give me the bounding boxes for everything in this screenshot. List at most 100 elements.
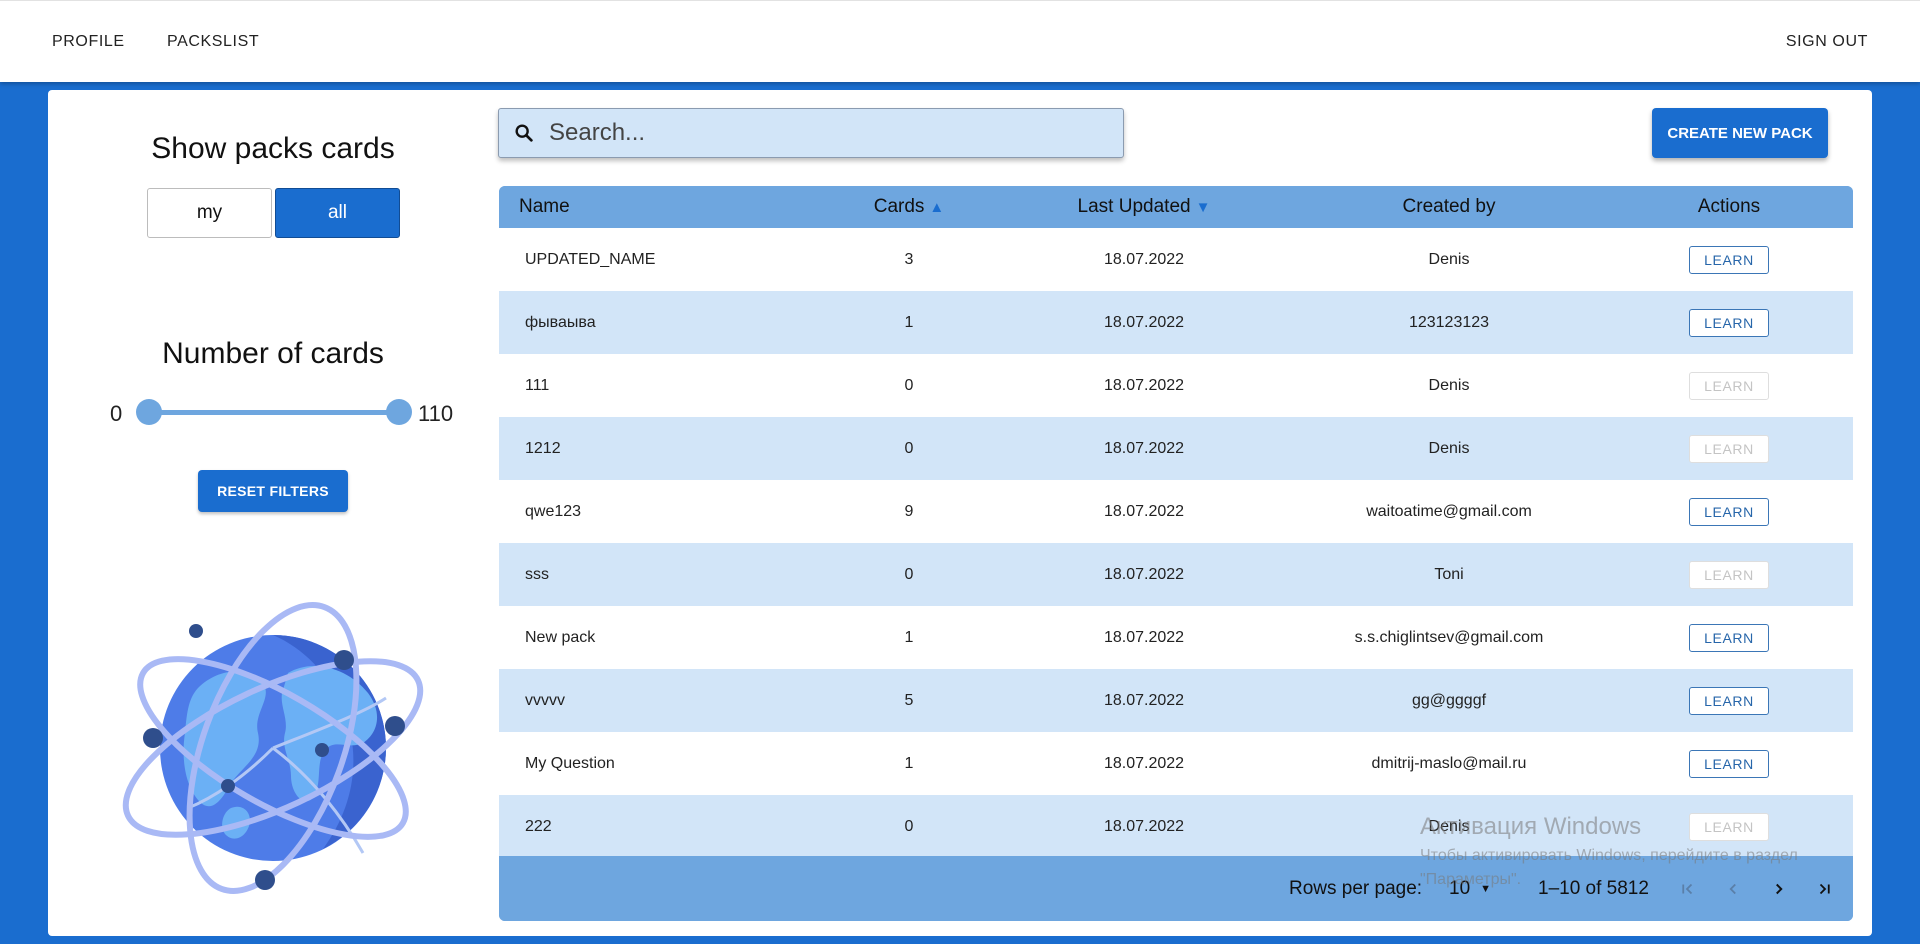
first-page-icon (1682, 883, 1693, 895)
cell-cards: 9 (904, 502, 914, 520)
learn-button: LEARN (1689, 560, 1769, 589)
number-of-cards-title: Number of cards (162, 337, 384, 370)
table-row[interactable]: 111 0 18.07.2022 Denis LEARN (499, 354, 1853, 417)
cell-last-updated: 18.07.2022 (1103, 376, 1185, 394)
cards-range-slider-track[interactable] (148, 410, 398, 415)
globe-network-icon (122, 602, 424, 894)
last-page-icon (1819, 883, 1830, 895)
table-row[interactable]: 1212 0 18.07.2022 Denis LEARN (499, 417, 1853, 480)
cell-last-updated: 18.07.2022 (1103, 439, 1185, 457)
rows-per-page-select[interactable]: 10 ▼ (1449, 874, 1491, 904)
cell-cards: 1 (904, 754, 914, 772)
column-header-name-label: Name (519, 196, 570, 217)
table-header: Name Cards ▲ Last Updated ▼ Created by Act… (499, 186, 1853, 228)
nav-packslist-link[interactable]: PACKSLIST (167, 33, 259, 51)
column-header-created-by: Created by (1269, 186, 1629, 228)
learn-button[interactable]: LEARN (1689, 245, 1769, 274)
cell-actions: LEARN (1629, 417, 1829, 480)
cell-name: фываыва (525, 313, 596, 331)
chevron-down-icon: ▼ (1480, 883, 1492, 895)
top-nav-bar: PROFILE PACKSLIST SIGN OUT (0, 0, 1920, 82)
learn-button: LEARN (1689, 812, 1769, 841)
create-new-pack-button[interactable]: CREATE NEW PACK (1652, 108, 1828, 158)
cell-actions: LEARN (1629, 606, 1829, 669)
packs-table: Name Cards ▲ Last Updated ▼ Created by Act… (499, 186, 1853, 921)
slider-min-label: 0 (110, 401, 123, 426)
table-row[interactable]: 222 0 18.07.2022 Denis LEARN (499, 795, 1853, 858)
cell-actions: LEARN (1629, 228, 1829, 291)
cell-last-updated: 18.07.2022 (1103, 691, 1185, 709)
cell-last-updated: 18.07.2022 (1103, 628, 1185, 646)
table-row[interactable]: New pack 1 18.07.2022 s.s.chiglintsev@gmail… (499, 606, 1853, 669)
learn-button[interactable]: LEARN (1689, 623, 1769, 652)
next-page-button[interactable] (1762, 872, 1796, 906)
column-header-name: Name (519, 186, 570, 228)
column-header-last-updated[interactable]: Last Updated ▼ (1019, 186, 1269, 228)
cell-name: New pack (525, 628, 596, 646)
toggle-all-button[interactable]: all (275, 188, 400, 238)
cell-name: qwe123 (525, 502, 582, 520)
table-row[interactable]: sss 0 18.07.2022 Toni LEARN (499, 543, 1853, 606)
cell-last-updated: 18.07.2022 (1103, 502, 1185, 520)
column-header-created-label: Created by (1402, 196, 1496, 217)
last-page-button[interactable] (1808, 872, 1842, 906)
toggle-my-button[interactable]: my (147, 188, 272, 238)
cell-cards: 0 (904, 439, 914, 457)
pagination-range: 1–10 of 5812 (1538, 878, 1649, 899)
table-row[interactable]: фываыва 1 18.07.2022 123123123 LEARN (499, 291, 1853, 354)
cell-last-updated: 18.07.2022 (1103, 565, 1185, 583)
sort-asc-icon[interactable]: ▲ (929, 199, 944, 216)
slider-max-handle[interactable] (386, 399, 412, 425)
cell-created-by: 123123123 (1408, 313, 1490, 331)
cell-cards: 3 (904, 250, 914, 268)
main-panel: Show packs cards my all Number of cards … (48, 90, 1872, 936)
reset-filters-button[interactable]: RESET FILTERS (198, 470, 348, 512)
cell-actions: LEARN (1629, 480, 1829, 543)
search-input[interactable] (549, 119, 1109, 147)
sign-out-link[interactable]: SIGN OUT (1786, 33, 1868, 51)
learn-button[interactable]: LEARN (1689, 308, 1769, 337)
learn-button[interactable]: LEARN (1689, 686, 1769, 715)
cell-name: UPDATED_NAME (525, 250, 656, 268)
cell-actions: LEARN (1629, 732, 1829, 795)
column-header-actions: Actions (1629, 186, 1829, 228)
cell-actions: LEARN (1629, 291, 1829, 354)
cell-cards: 1 (904, 628, 914, 646)
cell-last-updated: 18.07.2022 (1103, 250, 1185, 268)
cell-name: vvvvv (525, 691, 565, 709)
learn-button: LEARN (1689, 434, 1769, 463)
nav-profile-link[interactable]: PROFILE (52, 33, 125, 51)
cell-created-by: waitoatime@gmail.com (1366, 502, 1532, 520)
table-row[interactable]: qwe123 9 18.07.2022 waitoatime@gmail.com LEA… (499, 480, 1853, 543)
slider-min-handle[interactable] (136, 399, 162, 425)
column-header-cards[interactable]: Cards ▲ (799, 186, 1019, 228)
cell-cards: 0 (904, 376, 914, 394)
learn-button[interactable]: LEARN (1689, 749, 1769, 778)
cell-last-updated: 18.07.2022 (1103, 817, 1185, 835)
table-row[interactable]: vvvvv 5 18.07.2022 gg@ggggf LEARN (499, 669, 1853, 732)
first-page-button[interactable] (1670, 872, 1704, 906)
rows-per-page-label: Rows per page: (1289, 878, 1423, 899)
cell-name: 111 (525, 376, 550, 394)
cell-created-by: Denis (1428, 817, 1470, 835)
table-row[interactable]: UPDATED_NAME 3 18.07.2022 Denis LEARN (499, 228, 1853, 291)
cell-name: My Question (525, 754, 615, 772)
search-icon (499, 108, 549, 158)
cell-created-by: Denis (1428, 250, 1470, 268)
table-row[interactable]: My Question 1 18.07.2022 dmitrij-maslo@mail… (499, 732, 1853, 795)
cell-cards: 0 (904, 565, 914, 583)
column-header-updated-label: Last Updated (1077, 196, 1191, 217)
cell-name: 222 (525, 817, 552, 835)
cell-actions: LEARN (1629, 669, 1829, 732)
cell-created-by: Toni (1434, 565, 1464, 583)
chevron-left-icon (1729, 883, 1736, 895)
column-header-cards-label: Cards (873, 196, 925, 217)
sort-desc-icon[interactable]: ▼ (1196, 199, 1211, 216)
learn-button[interactable]: LEARN (1689, 497, 1769, 526)
rows-per-page-value: 10 (1449, 878, 1471, 899)
search-bar (498, 108, 1124, 158)
cell-name: 1212 (525, 439, 561, 457)
cell-actions: LEARN (1629, 354, 1829, 417)
cell-created-by: s.s.chiglintsev@gmail.com (1354, 628, 1544, 646)
previous-page-button[interactable] (1716, 872, 1750, 906)
